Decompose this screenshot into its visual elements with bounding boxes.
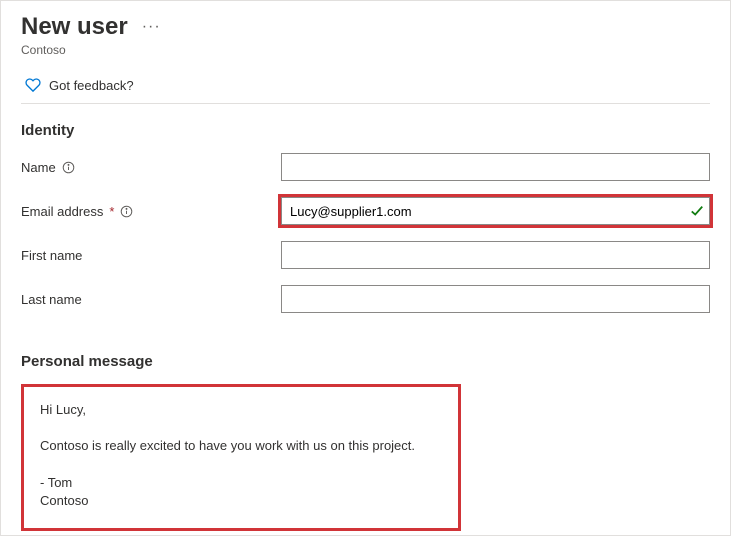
name-input[interactable] [281, 153, 710, 181]
section-identity-title: Identity [21, 122, 710, 139]
info-icon[interactable] [120, 205, 133, 218]
required-indicator: * [109, 204, 114, 219]
feedback-link[interactable]: Got feedback? [21, 71, 710, 104]
lastname-input[interactable] [281, 285, 710, 313]
org-name: Contoso [21, 43, 710, 57]
email-label: Email address [21, 204, 103, 219]
email-input[interactable] [281, 197, 710, 225]
more-actions-icon[interactable]: ··· [142, 18, 161, 36]
firstname-label: First name [21, 248, 82, 263]
feedback-label: Got feedback? [49, 78, 134, 93]
lastname-label: Last name [21, 292, 82, 307]
name-label: Name [21, 160, 56, 175]
section-personal-message-title: Personal message [21, 353, 710, 370]
page-title: New user [21, 13, 128, 41]
info-icon[interactable] [62, 161, 75, 174]
checkmark-icon [690, 204, 704, 218]
firstname-input[interactable] [281, 241, 710, 269]
personal-message-textarea[interactable]: Hi Lucy, Contoso is really excited to ha… [21, 384, 461, 531]
heart-icon [25, 77, 41, 93]
email-highlighted-region [281, 197, 710, 225]
